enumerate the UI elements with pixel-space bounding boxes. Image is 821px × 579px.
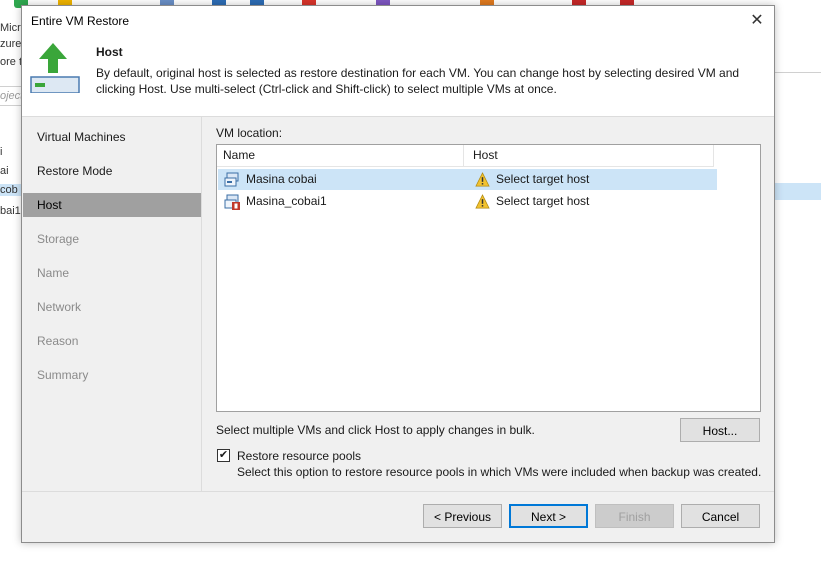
warning-icon <box>475 194 490 209</box>
vm-icon <box>224 172 239 187</box>
previous-button[interactable]: < Previous <box>423 504 502 528</box>
finish-button: Finish <box>595 504 674 528</box>
close-icon[interactable]: ✕ <box>746 10 768 32</box>
vm-host: Select target host <box>496 172 590 186</box>
vm-name: Masina_cobai1 <box>246 194 327 208</box>
vm-host: Select target host <box>496 194 590 208</box>
wizard-steps: Virtual Machines Restore Mode Host Stora… <box>23 117 203 491</box>
step-network: Network <box>37 300 82 314</box>
dialog-titlebar: Entire VM Restore ✕ <box>22 6 774 36</box>
step-storage: Storage <box>37 232 80 246</box>
list-header: Name Host <box>217 145 714 167</box>
entire-vm-restore-dialog: Entire VM Restore ✕ Host By default, ori… <box>21 5 775 543</box>
restore-resource-pools-description: Select this option to restore resource p… <box>237 465 762 479</box>
sidebar-divider <box>201 117 202 491</box>
background-text: ai <box>0 165 9 177</box>
step-summary: Summary <box>37 368 89 382</box>
step-host[interactable]: Host <box>23 193 201 217</box>
step-description: By default, original host is selected as… <box>96 66 740 96</box>
footer-divider <box>22 491 774 492</box>
step-title: Host <box>96 45 123 59</box>
background-search: oject <box>0 86 22 106</box>
background-text: i <box>0 146 3 158</box>
vm-row[interactable]: Masina_cobai1 Select target host <box>218 191 717 212</box>
column-header-name[interactable]: Name <box>223 145 255 166</box>
step-reason: Reason <box>37 334 79 348</box>
step-name: Name <box>37 266 70 280</box>
cancel-button[interactable]: Cancel <box>681 504 760 528</box>
step-virtual-machines[interactable]: Virtual Machines <box>23 125 201 149</box>
wizard-header: Host By default, original host is select… <box>22 36 774 117</box>
restore-resource-pools-checkbox[interactable]: ✔ <box>217 449 230 462</box>
vm-location-label: VM location: <box>216 126 283 140</box>
column-divider <box>713 145 714 166</box>
vm-error-icon <box>224 194 240 210</box>
background-text: bai1 <box>0 205 21 217</box>
vm-list[interactable]: Name Host Masina cobai Select target hos… <box>216 144 761 412</box>
warning-icon <box>475 172 490 187</box>
background-text: Micro <box>0 22 22 34</box>
background-text: cob <box>0 184 22 196</box>
column-divider <box>463 145 464 166</box>
background-selected-row <box>775 183 821 200</box>
step-restore-mode[interactable]: Restore Mode <box>23 159 201 183</box>
background-text: ore to <box>0 56 22 68</box>
column-header-host[interactable]: Host <box>473 145 498 166</box>
vm-name: Masina cobai <box>246 172 317 186</box>
background-divider <box>775 72 821 73</box>
next-button[interactable]: Next > <box>509 504 588 528</box>
host-button[interactable]: Host... <box>680 418 760 442</box>
bulk-hint: Select multiple VMs and click Host to ap… <box>216 423 535 437</box>
background-text: zure <box>0 38 22 50</box>
green-up-arrow-vm-icon <box>30 43 80 93</box>
restore-resource-pools-label[interactable]: Restore resource pools <box>237 449 361 463</box>
vm-row[interactable]: Masina cobai Select target host <box>218 169 717 190</box>
dialog-title: Entire VM Restore <box>31 14 130 28</box>
